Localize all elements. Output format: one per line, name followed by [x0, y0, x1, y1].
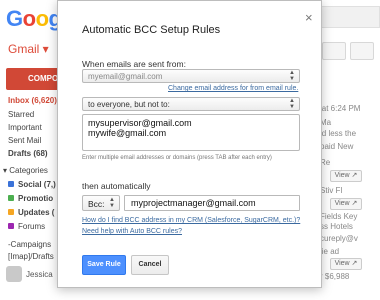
- bcc-mode-select[interactable]: Bcc: ▲ ▼: [82, 195, 120, 211]
- nav-important[interactable]: Important: [8, 123, 42, 132]
- mail-row[interactable]: lat 6:24 PM: [320, 104, 380, 113]
- mail-row[interactable]: jie ad: [320, 247, 380, 256]
- nav-updates[interactable]: Updates (: [8, 208, 54, 217]
- select-arrows-icon: ▲ ▼: [289, 70, 295, 82]
- cancel-button[interactable]: Cancel: [131, 255, 169, 275]
- mail-row[interactable]: Re: [320, 158, 380, 167]
- bcc-mode-value: Bcc:: [88, 199, 105, 209]
- from-email-value: myemail@gmail.com: [88, 72, 163, 81]
- nav-drafts[interactable]: Drafts (68): [8, 149, 48, 158]
- nav-imap-drafts[interactable]: [Imap]/Drafts: [8, 252, 54, 261]
- bcc-address-input[interactable]: myprojectmanager@gmail.com: [124, 195, 300, 211]
- logo-letter: o: [35, 6, 49, 31]
- nav-promotions[interactable]: Promotio: [8, 194, 53, 203]
- auto-bcc-dialog: Automatic BCC Setup Rules × When emails …: [57, 0, 322, 288]
- auto-bcc-help-link[interactable]: Need help with Auto BCC rules?: [82, 228, 182, 235]
- excluded-address: mywife@gmail.com: [88, 128, 167, 138]
- nav-social-label: Social (7,): [18, 180, 56, 189]
- mail-row[interactable]: Fields Key: [320, 212, 380, 221]
- recipient-condition-value: to everyone, but not to:: [88, 100, 170, 109]
- select-arrows-icon: ▲ ▼: [289, 98, 295, 110]
- dialog-title: Automatic BCC Setup Rules: [82, 24, 221, 36]
- change-email-link[interactable]: Change email address for from email rule…: [168, 85, 298, 92]
- mail-row[interactable]: Stiv Fl: [320, 186, 380, 195]
- mail-row[interactable]: cureply@v: [320, 234, 380, 243]
- updates-icon: [8, 209, 14, 215]
- excluded-address: mysupervisor@gmail.com: [88, 118, 192, 128]
- nav-forums[interactable]: Forums: [8, 222, 45, 231]
- from-email-select[interactable]: myemail@gmail.com ▲ ▼: [82, 69, 300, 83]
- logo-letter: o: [22, 6, 36, 31]
- close-icon[interactable]: ×: [305, 11, 313, 24]
- exclude-hint: Enter multiple email addresses or domain…: [82, 155, 272, 161]
- nav-updates-label: Updates (: [18, 208, 55, 217]
- view-button[interactable]: View ↗: [330, 198, 362, 210]
- when-sent-from-label: When emails are sent from:: [82, 59, 186, 69]
- mail-row[interactable]: Ma: [320, 118, 380, 127]
- nav-inbox[interactable]: Inbox (6,620): [8, 96, 57, 105]
- mail-row[interactable]: ss Hotels: [320, 222, 380, 231]
- nav-starred[interactable]: Starred: [8, 110, 34, 119]
- then-automatically-label: then automatically: [82, 181, 151, 191]
- nav-forums-label: Forums: [18, 222, 46, 231]
- social-icon: [8, 181, 14, 187]
- crm-bcc-help-link[interactable]: How do I find BCC address in my CRM (Sal…: [82, 217, 300, 224]
- select-arrows-icon: ▲ ▼: [109, 197, 115, 209]
- mail-row[interactable]: paid New: [320, 142, 380, 151]
- user-name: Jessica: [26, 270, 53, 279]
- promotions-icon: [8, 195, 14, 201]
- avatar[interactable]: [6, 266, 22, 282]
- nav-categories[interactable]: ▾ Categories: [3, 166, 48, 175]
- nav-social[interactable]: Social (7,): [8, 180, 56, 189]
- view-button[interactable]: View ↗: [330, 170, 362, 182]
- excluded-addresses-textarea[interactable]: mysupervisor@gmail.com mywife@gmail.com: [82, 114, 300, 151]
- gear-icon[interactable]: [350, 42, 374, 60]
- settings-control[interactable]: [322, 42, 346, 60]
- gmail-menu[interactable]: Gmail ▾: [8, 42, 49, 56]
- nav-sent[interactable]: Sent Mail: [8, 136, 41, 145]
- save-rule-button[interactable]: Save Rule: [82, 255, 126, 275]
- view-button[interactable]: View ↗: [330, 258, 362, 270]
- forums-icon: [8, 223, 14, 229]
- mail-row[interactable]: id less the: [320, 129, 380, 138]
- nav-campaigns[interactable]: -Campaigns: [8, 240, 51, 249]
- logo-letter: G: [6, 6, 23, 31]
- mail-row[interactable]: r $6,988: [320, 272, 380, 281]
- nav-promotions-label: Promotio: [18, 194, 54, 203]
- recipient-condition-select[interactable]: to everyone, but not to: ▲ ▼: [82, 97, 300, 111]
